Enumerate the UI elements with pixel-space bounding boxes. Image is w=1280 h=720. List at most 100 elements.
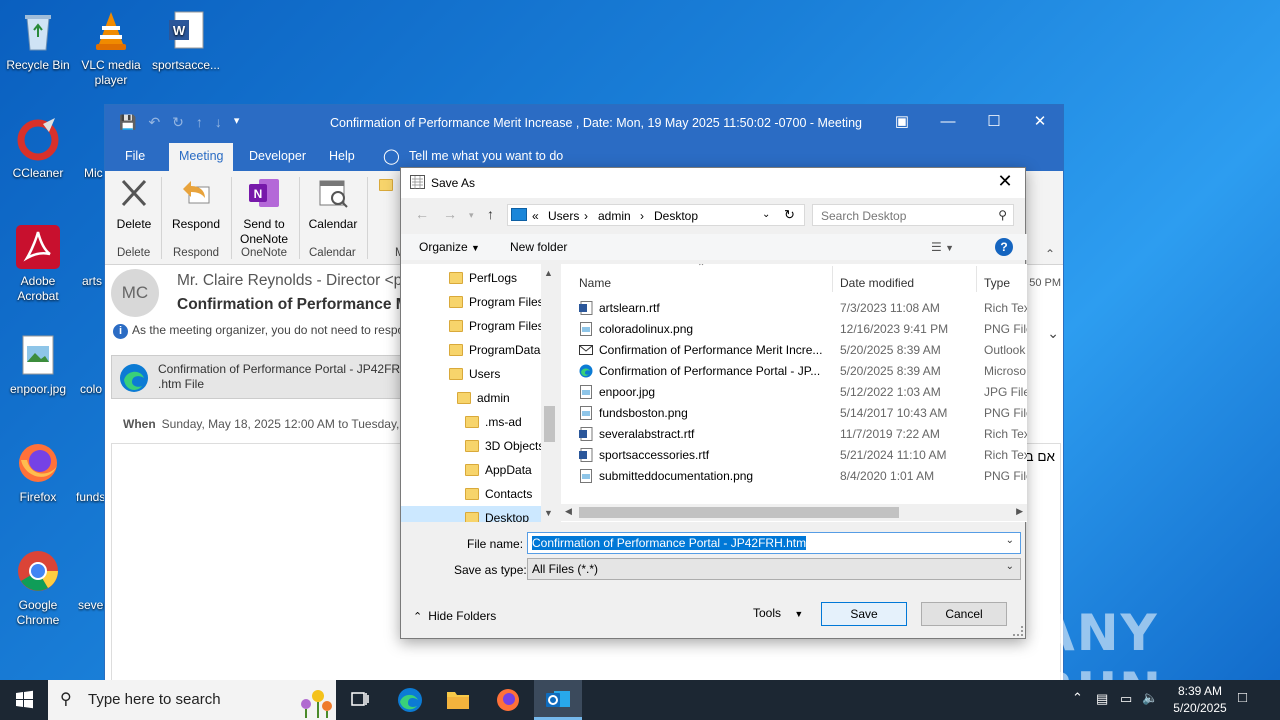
up-arrow-icon[interactable]: ↑ — [196, 114, 203, 131]
save-button[interactable]: Save — [821, 602, 907, 626]
redo-icon[interactable]: ↻ — [172, 114, 184, 131]
taskbar-edge[interactable] — [386, 680, 434, 720]
tree-item[interactable]: Users — [449, 362, 500, 386]
save-icon[interactable]: 💾 — [119, 114, 136, 131]
desktop-icon-recycle-bin[interactable]: Recycle Bin — [0, 8, 76, 73]
breadcrumb-users[interactable]: Users — [548, 209, 579, 223]
tree-item[interactable]: Program Files — [449, 314, 544, 338]
calendar-button[interactable]: Calendar — [305, 177, 361, 232]
desktop-icon-firefox[interactable]: Firefox — [0, 440, 76, 505]
display-icon[interactable]: ▭ — [1120, 691, 1132, 720]
file-row[interactable]: sportsaccessories.rtf 5/21/2024 11:10 AM R… — [561, 445, 1027, 466]
taskbar-file-explorer[interactable] — [434, 680, 482, 720]
cancel-button[interactable]: Cancel — [921, 602, 1007, 626]
clock[interactable]: 8:39 AM 5/20/2025 — [1160, 683, 1240, 717]
forward-arrow-icon[interactable]: → — [443, 206, 457, 222]
tray-chevron-up-icon[interactable]: ⌃ — [1072, 690, 1083, 720]
scroll-down-icon[interactable]: ▼ — [544, 508, 553, 518]
volume-icon[interactable]: 🔈 — [1142, 690, 1158, 720]
column-header-type[interactable]: Type — [984, 276, 1010, 290]
tools-button[interactable]: Tools ▼ — [753, 606, 803, 620]
minimize-button[interactable]: — — [933, 111, 963, 135]
desktop-icon-partial[interactable]: arts — [82, 274, 106, 288]
desktop-icon-partial[interactable]: colo — [80, 382, 106, 396]
breadcrumb-desktop[interactable]: Desktop — [654, 209, 698, 223]
breadcrumb-admin[interactable]: admin — [598, 209, 631, 223]
chevron-down-icon[interactable]: ⌄ — [1006, 561, 1014, 572]
file-row[interactable]: Confirmation of Performance Merit Incre.… — [561, 340, 1027, 361]
tree-item[interactable]: ProgramData — [449, 338, 540, 362]
tree-item[interactable]: .ms-ad — [465, 410, 522, 434]
start-button[interactable] — [0, 680, 48, 720]
tree-item[interactable]: PerfLogs — [449, 266, 517, 290]
taskbar-firefox[interactable] — [484, 680, 532, 720]
network-icon[interactable]: ▤ — [1096, 691, 1108, 720]
desktop-icon-ccleaner[interactable]: CCleaner — [0, 116, 76, 181]
notification-icon[interactable]: □ — [1238, 689, 1247, 720]
file-row[interactable]: submitteddocumentation.png 8/4/2020 1:01 … — [561, 466, 1027, 487]
close-icon[interactable]: ✕ — [993, 171, 1017, 192]
collapse-ribbon-icon[interactable]: ⌃ — [1045, 247, 1055, 261]
file-row[interactable]: enpoor.jpg 5/12/2022 1:03 AM JPG File — [561, 382, 1027, 403]
desktop-icon-partial[interactable]: sever — [78, 598, 106, 612]
desktop-icon-adobe-acrobat[interactable]: Adobe Acrobat — [0, 224, 76, 304]
recent-dropdown-icon[interactable]: ▾ — [469, 210, 474, 221]
file-row[interactable]: Confirmation of Performance Portal - JP.… — [561, 361, 1027, 382]
file-row[interactable]: fundsboston.png 5/14/2017 10:43 AM PNG Fil… — [561, 403, 1027, 424]
address-dropdown-icon[interactable]: ⌄ — [762, 209, 770, 220]
horizontal-scrollbar[interactable]: ◀ ▶ — [561, 504, 1027, 521]
ribbon-display-icon[interactable]: ▣ — [887, 111, 917, 135]
tab-help[interactable]: Help — [329, 149, 355, 163]
task-view-button[interactable] — [336, 680, 384, 720]
column-header-date[interactable]: Date modified — [840, 276, 914, 290]
tell-me-search[interactable]: Tell me what you want to do — [409, 149, 563, 163]
scroll-thumb[interactable] — [579, 507, 899, 518]
refresh-icon[interactable]: ↻ — [784, 207, 795, 223]
file-row[interactable]: artslearn.rtf 7/3/2023 11:08 AM Rich Tex — [561, 298, 1027, 319]
maximize-button[interactable]: ☐ — [979, 111, 1009, 135]
column-header-name[interactable]: Name — [579, 276, 611, 290]
desktop-icon-partial[interactable]: Mic E — [84, 166, 106, 180]
save-as-type-select[interactable]: All Files (*.*) ⌄ — [527, 558, 1021, 580]
customize-qat-icon[interactable]: ▾ — [234, 114, 240, 131]
taskbar-outlook[interactable] — [534, 680, 582, 720]
search-input[interactable]: Search Desktop ⚲ — [812, 204, 1014, 226]
file-row[interactable]: coloradolinux.png 12/16/2023 9:41 PM PNG F… — [561, 319, 1027, 340]
chevron-down-icon[interactable]: ⌄ — [1047, 325, 1059, 342]
chevron-down-icon[interactable]: ⌄ — [1006, 535, 1014, 546]
address-bar[interactable]: « Users › admin › Desktop ⌄ ↻ — [507, 204, 805, 226]
file-name-input[interactable]: Confirmation of Performance Portal - JP4… — [527, 532, 1021, 554]
new-folder-button[interactable]: New folder — [510, 240, 567, 254]
desktop-icon-google-chrome[interactable]: Google Chrome — [0, 548, 76, 628]
tree-item[interactable]: Contacts — [465, 482, 532, 506]
hide-folders-button[interactable]: ⌃ Hide Folders — [413, 609, 496, 623]
resize-grip[interactable] — [1013, 626, 1023, 636]
file-row[interactable]: severalabstract.rtf 11/7/2019 7:22 AM Rich… — [561, 424, 1027, 445]
desktop-icon-sportsacce[interactable]: W sportsacce... — [148, 8, 224, 73]
back-arrow-icon[interactable]: ← — [415, 206, 429, 222]
tree-item[interactable]: admin — [457, 386, 510, 410]
breadcrumb-overflow[interactable]: « — [532, 209, 539, 223]
respond-button[interactable]: Respond — [167, 177, 225, 232]
tree-item[interactable]: Program Files — [449, 290, 544, 314]
tree-scrollbar[interactable]: ▲ ▼ — [541, 264, 558, 522]
send-to-onenote-button[interactable]: N Send to OneNote — [235, 177, 293, 247]
scroll-up-icon[interactable]: ▲ — [544, 268, 553, 278]
taskbar-search[interactable]: ⚲ Type here to search — [48, 680, 336, 720]
tree-item[interactable]: 3D Objects — [465, 434, 544, 458]
tree-item[interactable]: AppData — [465, 458, 532, 482]
desktop-icon-vlc[interactable]: VLC media player — [73, 8, 149, 88]
desktop-icon-partial[interactable]: funds — [76, 490, 106, 504]
scroll-right-icon[interactable]: ▶ — [1016, 506, 1023, 517]
organize-button[interactable]: Organize ▼ — [419, 240, 480, 254]
down-arrow-icon[interactable]: ↓ — [215, 114, 222, 131]
tab-file[interactable]: File — [125, 149, 145, 163]
sender-name[interactable]: Mr. Claire Reynolds - Director <pe — [177, 272, 411, 290]
help-icon[interactable]: ? — [995, 238, 1013, 256]
tab-meeting[interactable]: Meeting — [169, 143, 234, 171]
scroll-left-icon[interactable]: ◀ — [565, 506, 572, 517]
attachment[interactable]: Confirmation of Performance Portal - JP4… — [111, 355, 409, 399]
view-options-icon[interactable]: ☰ ▼ — [931, 240, 954, 254]
close-button[interactable]: ✕ — [1025, 111, 1055, 135]
desktop-icon-enpoor[interactable]: enpoor.jpg — [0, 332, 76, 397]
